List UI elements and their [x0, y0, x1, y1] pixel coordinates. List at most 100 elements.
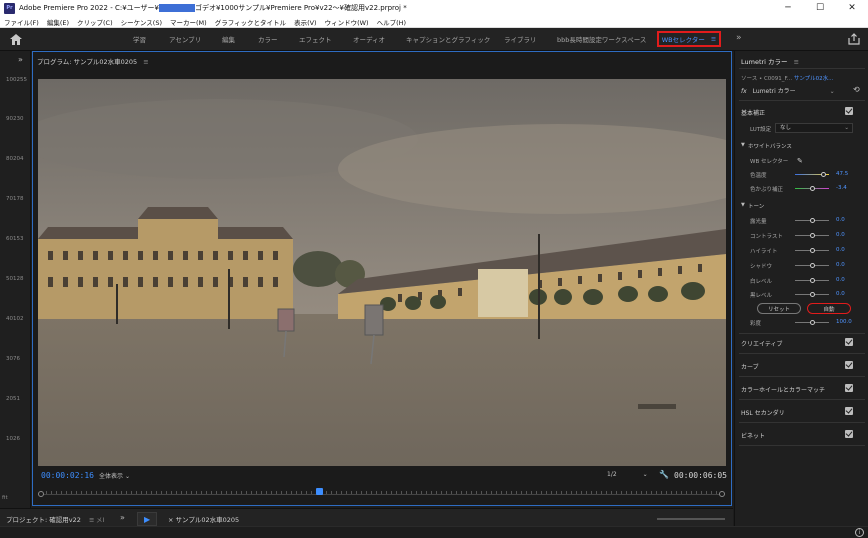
settings-wrench-icon[interactable]: 🔧 [659, 470, 669, 479]
minimize-button[interactable]: ─ [772, 0, 804, 16]
section-creative[interactable]: クリエイティブ [741, 339, 783, 348]
white-balance-heading[interactable]: ホワイトバランス [748, 142, 792, 150]
contrast-slider[interactable] [795, 233, 829, 238]
temperature-knob[interactable] [821, 172, 826, 177]
highlights-knob[interactable] [810, 248, 815, 253]
in-point-handle[interactable] [38, 491, 44, 497]
tab-effects[interactable]: エフェクト [299, 34, 332, 44]
saturation-slider[interactable] [795, 320, 829, 325]
basic-correction-checkbox[interactable] [845, 107, 853, 115]
blacks-knob[interactable] [810, 292, 815, 297]
tab-captions-graphics[interactable]: キャプションとグラフィック [406, 34, 490, 44]
section-basic-correction[interactable]: 基本補正 [741, 108, 765, 117]
section-color-wheels[interactable]: カラーホイールとカラーマッチ [741, 385, 825, 394]
exposure-value[interactable]: 0.0 [836, 217, 845, 223]
project-menu-icon[interactable]: ≡ [89, 516, 94, 524]
tint-knob[interactable] [810, 186, 815, 191]
maximize-button[interactable]: ☐ [804, 0, 836, 16]
color-wheels-checkbox[interactable] [845, 384, 853, 392]
tab-assembly[interactable]: アセンブリ [169, 34, 201, 44]
shadows-value[interactable]: 0.0 [836, 262, 845, 268]
blacks-value[interactable]: 0.0 [836, 291, 845, 297]
tint-slider[interactable] [795, 186, 829, 191]
shadows-slider[interactable] [795, 263, 829, 268]
menu-marker[interactable]: マーカー(M) [166, 17, 211, 27]
saturation-knob[interactable] [810, 320, 815, 325]
section-hsl-secondary[interactable]: HSL セカンダリ [741, 408, 785, 417]
tab-custom-workspace[interactable]: bbb長時間設定ワークスペース [557, 34, 646, 44]
timeline-scrubber[interactable] [38, 488, 726, 500]
lumetri-menu-icon[interactable]: ≡ [794, 58, 799, 66]
workspace-menu-icon[interactable]: ≡ [711, 35, 716, 43]
sequence-tab[interactable]: × サンプル02水車0205 [168, 514, 239, 524]
playhead-marker[interactable] [316, 488, 323, 495]
chevron-down-icon[interactable]: ▼ [741, 202, 745, 208]
curves-checkbox[interactable] [845, 361, 853, 369]
out-point-handle[interactable] [719, 491, 725, 497]
temperature-slider[interactable] [795, 172, 829, 177]
shadows-knob[interactable] [810, 263, 815, 268]
timeline-zoom-slider[interactable] [657, 518, 725, 520]
share-icon[interactable] [848, 33, 860, 45]
contrast-knob[interactable] [810, 233, 815, 238]
vignette-checkbox[interactable] [845, 430, 853, 438]
reset-effect-icon[interactable]: ⟲ [853, 85, 860, 94]
chevron-down-icon[interactable]: ▼ [741, 142, 745, 148]
lumetri-panel-header[interactable]: Lumetri カラー ≡ [741, 56, 799, 66]
saturation-value[interactable]: 100.0 [836, 319, 852, 325]
info-icon[interactable]: i [855, 528, 864, 537]
menu-file[interactable]: ファイル(F) [0, 17, 43, 27]
tab-learning[interactable]: 学習 [133, 34, 146, 44]
section-curves[interactable]: カーブ [741, 362, 759, 371]
fx-row[interactable]: fx Lumetri カラー ⌄ [741, 86, 835, 95]
menu-sequence[interactable]: シーケンス(S) [117, 17, 166, 27]
tint-value[interactable]: -3.4 [836, 185, 847, 191]
tab-color[interactable]: カラー [258, 34, 278, 44]
tab-wb-selector[interactable]: WBセレクター ≡ [657, 31, 721, 47]
menu-edit[interactable]: 編集(E) [43, 17, 73, 27]
contrast-value[interactable]: 0.0 [836, 232, 845, 238]
tone-reset-button[interactable]: リセット [757, 303, 801, 314]
media-browser-tab[interactable]: メI [96, 514, 104, 524]
program-monitor-header[interactable]: プログラム: サンプル02水車0205 ≡ [37, 56, 149, 66]
home-icon[interactable] [10, 34, 22, 45]
panel-overflow-icon[interactable]: » [120, 513, 125, 522]
temperature-value[interactable]: 47.5 [836, 171, 848, 177]
fit-label: ﬁt [2, 495, 8, 501]
exposure-slider[interactable] [795, 218, 829, 223]
project-tab[interactable]: プロジェクト: 確認用v22 ≡ [6, 514, 94, 524]
workspace-overflow-icon[interactable]: » [736, 33, 742, 43]
selection-tool-button[interactable]: ▶ [137, 512, 157, 526]
blacks-slider[interactable] [795, 292, 829, 297]
source-sequence-selector[interactable]: ソース • C0091_F... サンプル02水... [741, 74, 833, 82]
menu-clip[interactable]: クリップ(C) [73, 17, 117, 27]
highlights-slider[interactable] [795, 248, 829, 253]
chevron-down-icon[interactable]: ⌄ [830, 88, 835, 95]
current-timecode[interactable]: 00:00:02:16 [41, 471, 94, 480]
whites-knob[interactable] [810, 278, 815, 283]
section-vignette[interactable]: ビネット [741, 431, 765, 440]
whites-slider[interactable] [795, 278, 829, 283]
menu-graphics[interactable]: グラフィックとタイトル [211, 17, 290, 27]
lut-select[interactable]: なし ⌄ [775, 123, 853, 133]
tab-audio[interactable]: オーディオ [353, 34, 385, 44]
playback-resolution-select[interactable]: 1/2 ⌄ [607, 471, 648, 478]
zoom-level-select[interactable]: 全体表示 ⌄ [99, 471, 130, 480]
menu-view[interactable]: 表示(V) [290, 17, 321, 27]
menu-help[interactable]: ヘルプ(H) [373, 17, 410, 27]
highlights-value[interactable]: 0.0 [836, 247, 845, 253]
whites-value[interactable]: 0.0 [836, 277, 845, 283]
exposure-knob[interactable] [810, 218, 815, 223]
close-button[interactable]: ✕ [836, 0, 868, 16]
panel-expand-icon[interactable]: » [18, 55, 23, 64]
program-panel-menu-icon[interactable]: ≡ [143, 58, 148, 66]
video-frame[interactable] [38, 79, 726, 466]
eyedropper-icon[interactable]: ✎ [797, 157, 803, 165]
menu-window[interactable]: ウィンドウ(W) [321, 17, 373, 27]
tab-editing[interactable]: 編集 [222, 34, 235, 44]
hsl-secondary-checkbox[interactable] [845, 407, 853, 415]
tone-auto-button[interactable]: 自動 [807, 303, 851, 314]
tab-libraries[interactable]: ライブラリ [504, 34, 537, 44]
tone-heading[interactable]: トーン [748, 202, 764, 210]
creative-checkbox[interactable] [845, 338, 853, 346]
